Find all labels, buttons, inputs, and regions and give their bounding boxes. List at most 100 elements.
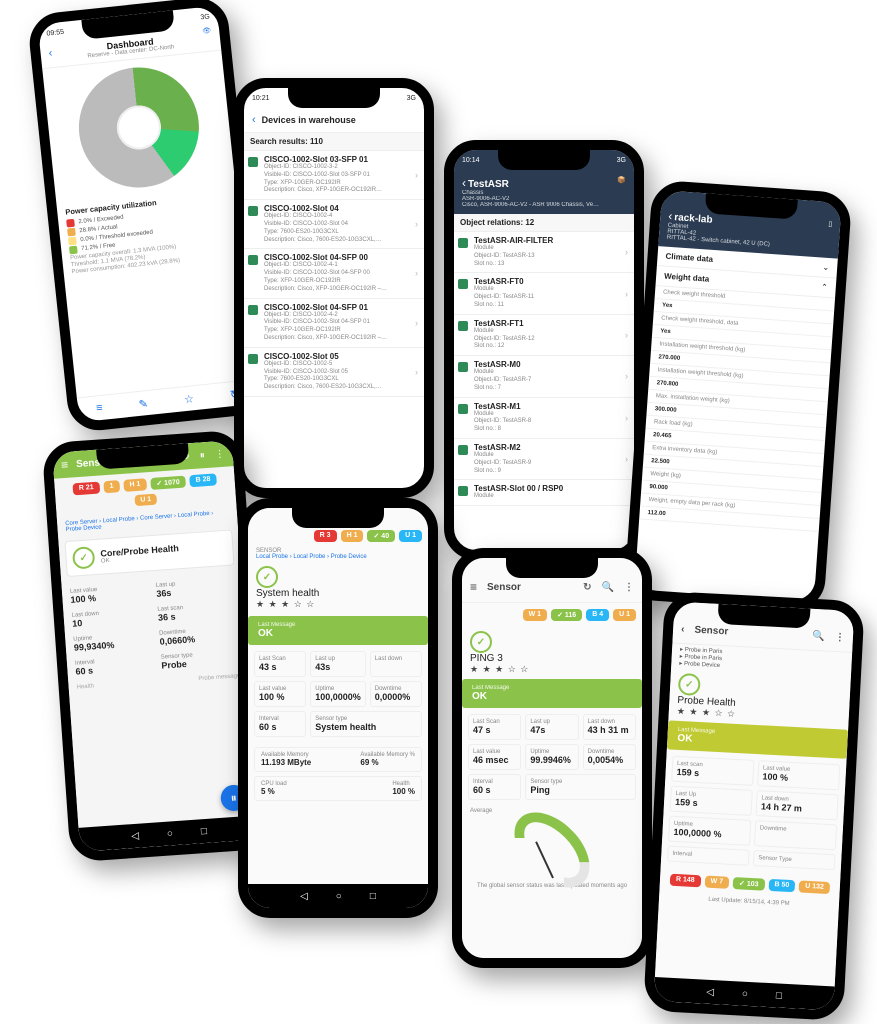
eye-icon[interactable]: 👁: [202, 26, 212, 35]
more-icon[interactable]: ⋮: [624, 582, 634, 593]
chevron-right-icon: ›: [625, 247, 628, 257]
chevron-right-icon: ›: [415, 268, 418, 278]
more-icon[interactable]: ⋮: [214, 448, 225, 460]
pill[interactable]: 1: [103, 480, 120, 493]
status-net: 3G: [617, 157, 626, 164]
list-item[interactable]: TestASR-FT1ModuleObject-ID: TestASR-12Sl…: [454, 315, 634, 356]
menu-icon[interactable]: ≡: [470, 580, 477, 594]
list-item[interactable]: CISCO-1002-Slot 04-SFP 00Object-ID: CISC…: [244, 249, 424, 298]
pill[interactable]: W 1: [523, 609, 547, 621]
page-title: TestASR: [468, 179, 509, 190]
list-item[interactable]: CISCO-1002-Slot 05Object-ID: CISCO-1002-…: [244, 348, 424, 397]
status-ok-icon: ✓: [678, 673, 701, 696]
menu-icon[interactable]: ≡: [96, 402, 104, 415]
back-icon[interactable]: ‹: [681, 624, 685, 635]
list-item[interactable]: TestASR-AIR-FILTERModuleObject-ID: TestA…: [454, 232, 634, 273]
nav-back[interactable]: ◁: [131, 830, 139, 842]
pill[interactable]: U 132: [799, 880, 830, 894]
module-icon: [458, 445, 468, 455]
pill[interactable]: H 1: [341, 530, 364, 542]
back-icon[interactable]: ‹: [252, 114, 256, 126]
list-item[interactable]: TestASR-M0ModuleObject-ID: TestASR-7Slot…: [454, 356, 634, 397]
footer-label: Health: [77, 683, 95, 690]
search-icon[interactable]: 🔍: [602, 582, 614, 593]
back-icon[interactable]: ‹: [668, 209, 673, 223]
chevron-right-icon: ›: [415, 219, 418, 229]
nav-home[interactable]: ○: [336, 891, 342, 902]
pill[interactable]: W 7: [704, 876, 729, 889]
page-title: Sensor: [694, 625, 728, 638]
status-ok-icon: ✓: [72, 546, 95, 569]
last-message-bar: Last MessageOK: [462, 679, 642, 708]
nav-home[interactable]: ○: [742, 988, 749, 999]
pill[interactable]: ✓ 103: [733, 877, 765, 891]
phone-ping: ≡ Sensor ↻🔍⋮ W 1 ✓ 116 B 4 U 1 ✓ PING 3 …: [452, 548, 652, 968]
pill[interactable]: B 50: [768, 879, 795, 892]
list-item[interactable]: TestASR-FT0ModuleObject-ID: TestASR-11Sl…: [454, 273, 634, 314]
phone-warehouse: 10:213G ‹ Devices in warehouse Search re…: [234, 78, 434, 498]
star-icon[interactable]: ☆: [183, 392, 194, 406]
chevron-right-icon: ›: [625, 413, 628, 423]
list-item[interactable]: TestASR-M2ModuleObject-ID: TestASR-9Slot…: [454, 439, 634, 480]
pill[interactable]: ✓ 116: [551, 609, 582, 621]
search-icon[interactable]: 🔍: [812, 631, 825, 643]
list-item[interactable]: TestASR-Slot 00 / RSP0Module: [454, 480, 634, 506]
nav-recent[interactable]: □: [200, 825, 207, 836]
nav-home[interactable]: ○: [167, 828, 174, 839]
android-nav: ◁ ○ □: [248, 884, 428, 908]
device-icon: [248, 206, 258, 216]
android-nav: ◁ ○ □: [78, 815, 259, 851]
pill[interactable]: U 1: [613, 609, 636, 621]
sensor-card: ✓ Core/Probe Health OK: [64, 529, 234, 577]
chevron-right-icon: ›: [625, 330, 628, 340]
pill[interactable]: R 3: [314, 530, 337, 542]
more-icon[interactable]: ⋮: [835, 632, 846, 644]
pill[interactable]: U 1: [134, 494, 158, 507]
pill[interactable]: R 21: [73, 482, 101, 496]
refresh-icon[interactable]: ↻: [583, 582, 591, 593]
legend: Power capacity utilization 2.0% / Exceed…: [57, 186, 244, 281]
memory-box: Available Memory11.193 MByte Available M…: [254, 747, 422, 772]
pill[interactable]: ✓ 1070: [150, 476, 186, 490]
chevron-right-icon: ›: [625, 371, 628, 381]
pill[interactable]: B 28: [189, 473, 217, 487]
kv-grid: Last Scan43 s Last up43s Last down Last …: [248, 645, 428, 743]
nav-recent[interactable]: □: [370, 891, 376, 902]
kv-grid: Last value100 % Last up36s Last down10 L…: [61, 569, 248, 685]
back-icon[interactable]: ‹: [462, 176, 466, 190]
pie-chart: [73, 62, 205, 194]
menu-icon[interactable]: ≡: [61, 458, 69, 472]
pill[interactable]: H 1: [123, 478, 147, 492]
nav-recent[interactable]: □: [776, 990, 783, 1001]
list-item[interactable]: CISCO-1002-Slot 03-SFP 01Object-ID: CISC…: [244, 151, 424, 200]
pill[interactable]: U 1: [399, 530, 422, 542]
chevron-right-icon: ›: [625, 454, 628, 464]
gauge-chart: [507, 822, 597, 878]
pill[interactable]: R 148: [670, 874, 701, 888]
edit-icon[interactable]: ✎: [138, 397, 149, 411]
avg-label: Average: [462, 806, 642, 816]
phone-dashboard: 09:55 3G ‹ Dashboard Reserve - Data cent…: [27, 0, 270, 433]
weight-table: Check weight thresholdYes Check weight t…: [639, 286, 835, 532]
list-item[interactable]: CISCO-1002-Slot 04-SFP 01Object-ID: CISC…: [244, 299, 424, 348]
nav-back[interactable]: ◁: [300, 891, 308, 902]
last-message-bar: Last MessageOK: [248, 616, 428, 645]
list-item[interactable]: CISCO-1002-Slot 04Object-ID: CISCO-1002-…: [244, 200, 424, 249]
pill[interactable]: B 4: [586, 609, 609, 621]
back-icon[interactable]: ‹: [48, 47, 53, 59]
module-icon: [458, 486, 468, 496]
status-ok-icon: ✓: [470, 631, 492, 653]
chevron-up-icon: ⌃: [821, 283, 828, 292]
list-item[interactable]: TestASR-M1ModuleObject-ID: TestASR-8Slot…: [454, 398, 634, 439]
pill[interactable]: ✓ 40: [367, 530, 395, 542]
nav-back[interactable]: ◁: [706, 986, 714, 997]
phone-system-health: R 3 H 1 ✓ 40 U 1 SENSOR Local Probe › Lo…: [238, 498, 438, 918]
device-icon: [248, 305, 258, 315]
page-title: Devices in warehouse: [262, 115, 356, 125]
chevron-right-icon: ›: [625, 289, 628, 299]
pause-icon[interactable]: ⏸: [199, 450, 205, 461]
kv-grid: Last scan159 s Last value100 % Last Up15…: [661, 749, 847, 876]
status-ok-icon: ✓: [256, 566, 278, 588]
status-net: 3G: [200, 13, 210, 21]
phone-testasr: 10:143G ‹ TestASR 📦 Chassis ASR-9006-AC-…: [444, 140, 644, 560]
